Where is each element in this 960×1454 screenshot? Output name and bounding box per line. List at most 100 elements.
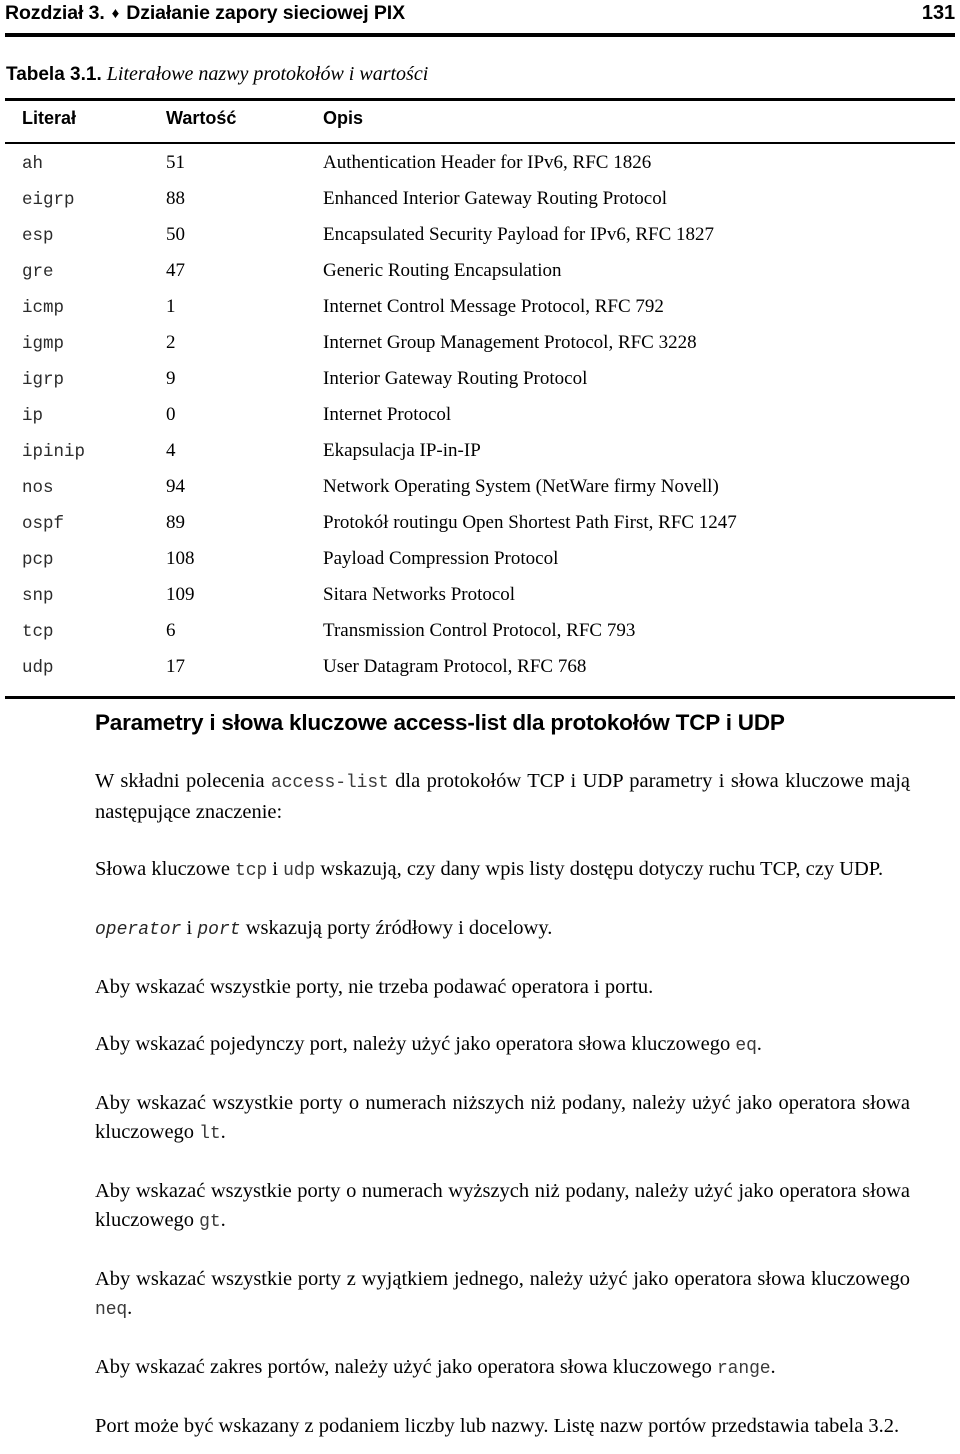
- cell-value: 4: [166, 440, 176, 461]
- text-run: .: [770, 1356, 776, 1378]
- table-header-row: Literał Wartość Opis: [5, 108, 955, 142]
- table-row: igmp 2 Internet Group Management Protocol,…: [5, 332, 955, 368]
- cell-literal: icmp: [22, 298, 65, 318]
- cell-value: 94: [166, 476, 185, 497]
- table-row: esp 50 Encapsulated Security Payload for I…: [5, 224, 955, 260]
- cell-value: 1: [166, 296, 176, 317]
- cell-description: Protokół routingu Open Shortest Path Fir…: [323, 512, 737, 533]
- paragraph-range-ports: Aby wskazać zakres portów, należy użyć j…: [95, 1353, 910, 1384]
- paragraph-syntax-intro: W składni polecenia access-list dla prot…: [95, 767, 910, 827]
- table-row: udp 17 User Datagram Protocol, RFC 768: [5, 656, 955, 692]
- table-row: snp 109 Sitara Networks Protocol: [5, 584, 955, 620]
- table-row: icmp 1 Internet Control Message Protocol, …: [5, 296, 955, 332]
- protocol-table: Literał Wartość Opis ah 51 Authentication …: [5, 98, 955, 699]
- cell-description: Generic Routing Encapsulation: [323, 260, 562, 281]
- inline-code-lt: lt: [199, 1124, 221, 1144]
- cell-value: 50: [166, 224, 185, 245]
- cell-value: 108: [166, 548, 195, 569]
- chapter-label: Rozdział 3.: [5, 2, 105, 24]
- text-run: .: [220, 1121, 226, 1143]
- table-row: gre 47 Generic Routing Encapsulation: [5, 260, 955, 296]
- text-run: .: [220, 1209, 226, 1231]
- cell-description: Internet Control Message Protocol, RFC 7…: [323, 296, 664, 317]
- cell-literal: esp: [22, 226, 54, 246]
- cell-description: Payload Compression Protocol: [323, 548, 559, 569]
- cell-literal: ipinip: [22, 442, 86, 462]
- text-run: .: [756, 1033, 762, 1055]
- table-caption-title: Literałowe nazwy protokołów i wartości: [106, 63, 429, 85]
- cell-literal: tcp: [22, 622, 54, 642]
- cell-value: 2: [166, 332, 176, 353]
- cell-value: 51: [166, 152, 185, 173]
- running-head-left: Rozdział 3. ♦ Działanie zapory sieciowej…: [5, 2, 405, 25]
- table-row: eigrp 88 Enhanced Interior Gateway Routing…: [5, 188, 955, 224]
- table-body: ah 51 Authentication Header for IPv6, RFC …: [5, 150, 955, 692]
- paragraph-higher-ports-gt: Aby wskazać wszystkie porty o numerach w…: [95, 1177, 910, 1237]
- diamond-icon: ♦: [111, 5, 120, 22]
- inline-code-eq: eq: [735, 1036, 757, 1056]
- cell-value: 0: [166, 404, 176, 425]
- table-caption-label: Tabela 3.1.: [6, 64, 102, 85]
- column-header-description: Opis: [323, 108, 364, 128]
- running-head: Rozdział 3. ♦ Działanie zapory sieciowej…: [5, 2, 955, 32]
- cell-literal: pcp: [22, 550, 54, 570]
- table-row: tcp 6 Transmission Control Protocol, RFC 7…: [5, 620, 955, 656]
- table-row: ospf 89 Protokół routingu Open Shortest Pa…: [5, 512, 955, 548]
- cell-literal: gre: [22, 262, 54, 282]
- text-run: Słowa kluczowe: [95, 858, 236, 880]
- inline-code-udp: udp: [283, 861, 316, 881]
- text-run: Aby wskazać wszystkie porty z wyjątkiem …: [95, 1268, 910, 1290]
- cell-literal: eigrp: [22, 190, 75, 210]
- cell-value: 109: [166, 584, 195, 605]
- cell-literal: igmp: [22, 334, 65, 354]
- inline-code-range: range: [716, 1359, 771, 1379]
- cell-literal: ah: [22, 154, 44, 174]
- table-row: igrp 9 Interior Gateway Routing Protocol: [5, 368, 955, 404]
- cell-description: Authentication Header for IPv6, RFC 1826: [323, 152, 652, 173]
- table-row: ipinip 4 Ekapsulacja IP-in-IP: [5, 440, 955, 476]
- paragraph-single-port-eq: Aby wskazać pojedynczy port, należy użyć…: [95, 1030, 910, 1061]
- table-bottom-rule: [5, 696, 955, 699]
- cell-literal: ip: [22, 406, 44, 426]
- text-run: .: [127, 1297, 133, 1319]
- cell-literal: snp: [22, 586, 54, 606]
- table-caption: Tabela 3.1. Literałowe nazwy protokołów …: [6, 63, 906, 86]
- cell-description: User Datagram Protocol, RFC 768: [323, 656, 587, 677]
- column-header-literal: Literał: [22, 108, 77, 128]
- table-row: pcp 108 Payload Compression Protocol: [5, 548, 955, 584]
- text-run: i: [267, 858, 284, 880]
- cell-value: 89: [166, 512, 185, 533]
- cell-description: Network Operating System (NetWare firmy …: [323, 476, 719, 497]
- chapter-title: Działanie zapory sieciowej PIX: [126, 2, 406, 24]
- header-rule: [5, 33, 955, 37]
- column-header-value: Wartość: [166, 108, 237, 128]
- body-section: Parametry i słowa kluczowe access-list d…: [95, 710, 910, 1441]
- paragraph-operator-port: operator i port wskazują porty źródłowy …: [95, 914, 910, 945]
- cell-value: 17: [166, 656, 185, 677]
- text-run: Aby wskazać zakres portów, należy użyć j…: [95, 1356, 717, 1378]
- table-row: ip 0 Internet Protocol: [5, 404, 955, 440]
- cell-description: Encapsulated Security Payload for IPv6, …: [323, 224, 715, 245]
- cell-description: Internet Group Management Protocol, RFC …: [323, 332, 697, 353]
- cell-value: 88: [166, 188, 185, 209]
- inline-code-port: port: [197, 920, 241, 940]
- table-row: ah 51 Authentication Header for IPv6, RFC …: [5, 150, 955, 188]
- cell-description: Internet Protocol: [323, 404, 452, 425]
- inline-code-tcp: tcp: [235, 861, 268, 881]
- cell-description: Interior Gateway Routing Protocol: [323, 368, 588, 389]
- paragraph-tcp-udp-keywords: Słowa kluczowe tcp i udp wskazują, czy d…: [95, 855, 910, 886]
- text-run: wskazują, czy dany wpis listy dostępu do…: [315, 858, 884, 880]
- inline-code-gt: gt: [199, 1212, 221, 1232]
- cell-value: 9: [166, 368, 176, 389]
- cell-description: Ekapsulacja IP-in-IP: [323, 440, 481, 461]
- inline-code-neq: neq: [95, 1300, 128, 1320]
- text-run: W składni polecenia: [95, 770, 272, 792]
- cell-literal: nos: [22, 478, 54, 498]
- text-run: Aby wskazać pojedynczy port, należy użyć…: [95, 1033, 736, 1055]
- cell-description: Sitara Networks Protocol: [323, 584, 516, 605]
- section-heading: Parametry i słowa kluczowe access-list d…: [95, 710, 785, 735]
- paragraph-port-by-number-or-name: Port może być wskazany z podaniem liczby…: [95, 1415, 900, 1437]
- text-run: i: [181, 917, 198, 939]
- inline-code-access-list: access-list: [271, 773, 389, 793]
